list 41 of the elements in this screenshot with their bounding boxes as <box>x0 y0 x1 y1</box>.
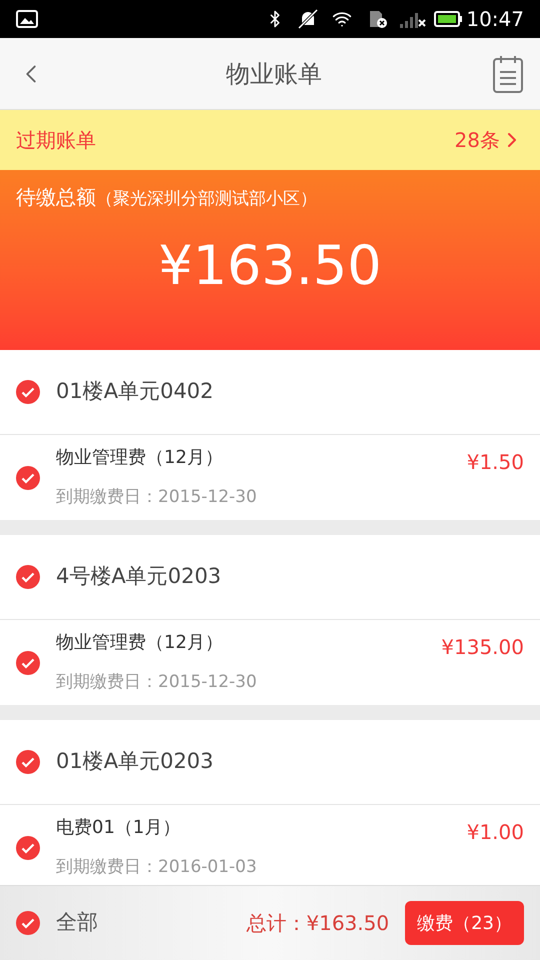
checkbox[interactable] <box>16 750 40 774</box>
pay-button[interactable]: 缴费（23） <box>405 901 524 945</box>
building-row[interactable]: 4号楼A单元0203 <box>0 535 540 620</box>
checkbox[interactable] <box>16 380 40 404</box>
bill-amount: ¥1.50 <box>466 449 524 476</box>
image-icon <box>16 10 38 28</box>
overdue-count: 28条 <box>454 127 500 154</box>
checkbox[interactable] <box>16 650 40 674</box>
community-name: （聚光深圳分部测试部小区） <box>96 188 317 211</box>
due-date: 到期缴费日：2015-12-30 <box>56 671 258 694</box>
bill-amount: ¥135.00 <box>441 634 524 661</box>
total-label: 总计：¥163.50 <box>246 910 390 937</box>
clock-time: 10:47 <box>466 6 524 33</box>
select-all-label: 全部 <box>56 909 99 936</box>
page-title: 物业账单 <box>225 58 323 90</box>
bill-row[interactable]: 物业管理费（12月） 到期缴费日：2015-12-30 ¥1.50 <box>0 435 540 520</box>
due-date: 到期缴费日：2015-12-30 <box>56 486 258 510</box>
bill-row[interactable]: 物业管理费（12月） 到期缴费日：2015-12-30 ¥135.00 <box>0 620 540 705</box>
bill-name: 物业管理费（12月） <box>56 631 224 656</box>
building-row[interactable]: 01楼A单元0203 <box>0 720 540 805</box>
building-name: 01楼A单元0203 <box>56 748 214 776</box>
battery-icon <box>434 11 462 27</box>
signal-icon <box>400 10 426 28</box>
sim-icon <box>368 9 388 29</box>
building-name: 01楼A单元0402 <box>56 378 214 406</box>
checkbox[interactable] <box>16 565 40 589</box>
total-amount: ¥163.50 <box>157 232 383 298</box>
due-date: 到期缴费日：2016-01-03 <box>56 856 258 880</box>
overdue-label: 过期账单 <box>16 127 97 154</box>
building-row[interactable]: 01楼A单元0402 <box>0 350 540 435</box>
checkbox[interactable] <box>16 836 40 860</box>
bill-row[interactable]: 电费01（1月） 到期缴费日：2016-01-03 ¥1.00 <box>0 805 540 885</box>
checkbox[interactable] <box>16 911 40 935</box>
bill-name: 物业管理费（12月） <box>56 446 224 470</box>
checkbox[interactable] <box>16 466 40 490</box>
notepad-icon[interactable] <box>492 54 524 94</box>
building-name: 4号楼A单元0203 <box>56 563 222 590</box>
bill-name: 电费01（1月） <box>56 816 182 840</box>
bill-amount: ¥1.00 <box>466 819 524 846</box>
summary-label: 待缴总额 <box>16 184 96 211</box>
muted-bell-icon <box>296 9 320 29</box>
